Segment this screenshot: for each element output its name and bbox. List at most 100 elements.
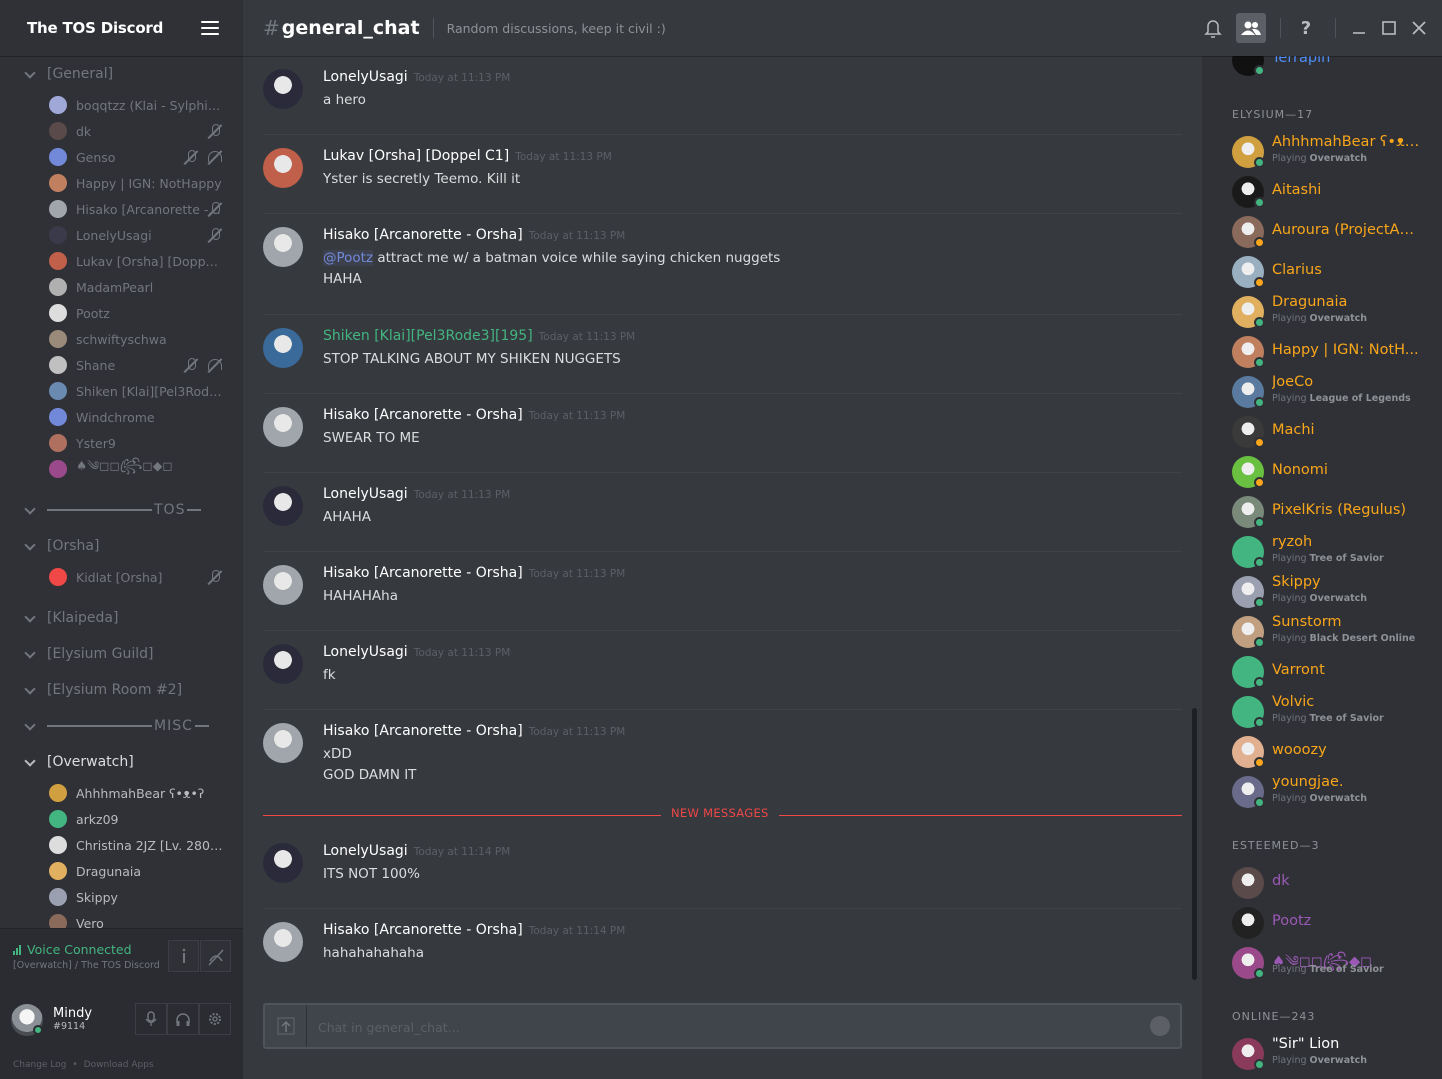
- download-apps-link[interactable]: Download Apps: [84, 1060, 154, 1070]
- member-item[interactable]: dk: [1232, 865, 1432, 901]
- status-indicator: [1254, 317, 1265, 328]
- member-item[interactable]: Aitashi: [1232, 174, 1432, 210]
- avatar[interactable]: [263, 922, 303, 962]
- category-klaipeda[interactable]: [Klaipeda]: [0, 606, 243, 630]
- voice-location[interactable]: [Overwatch] / The TOS Discord: [13, 960, 160, 971]
- user-mention[interactable]: @Pootz: [323, 250, 374, 266]
- avatar[interactable]: [263, 723, 303, 763]
- avatar[interactable]: [263, 148, 303, 188]
- message-author[interactable]: Lukav [Orsha] [Doppel C1] Today at 11:13 …: [323, 148, 612, 164]
- member-item[interactable]: wooozy: [1232, 734, 1432, 770]
- avatar[interactable]: [263, 644, 303, 684]
- menu-icon[interactable]: [201, 21, 219, 35]
- maximize-icon[interactable]: [1374, 13, 1404, 43]
- voice-user[interactable]: Shiken [Klai][Pel3Rode3]...: [49, 380, 229, 402]
- voice-user[interactable]: Genso: [49, 146, 229, 168]
- avatar[interactable]: [263, 486, 303, 526]
- voice-user[interactable]: schwiftyschwa: [49, 328, 229, 350]
- message-author[interactable]: Shiken [Klai][Pel3Rode3][195] Today at 11…: [323, 328, 635, 344]
- voice-user[interactable]: Pootz: [49, 302, 229, 324]
- avatar[interactable]: [263, 407, 303, 447]
- member-item[interactable]: PixelKris (Regulus): [1232, 494, 1432, 530]
- member-item[interactable]: youngjae. Playing Overwatch: [1232, 774, 1432, 810]
- member-item[interactable]: Sunstorm Playing Black Desert Online: [1232, 614, 1432, 650]
- member-item[interactable]: Clarius: [1232, 254, 1432, 290]
- changelog-link[interactable]: Change Log: [13, 1060, 66, 1070]
- avatar[interactable]: [263, 843, 303, 883]
- message-author[interactable]: LonelyUsagi Today at 11:13 PM: [323, 69, 510, 85]
- member-item[interactable]: Pootz: [1232, 905, 1432, 941]
- message-author[interactable]: LonelyUsagi Today at 11:14 PM: [323, 843, 510, 859]
- category-elysium-room-2[interactable]: [Elysium Room #2]: [0, 678, 243, 702]
- member-item[interactable]: Machi: [1232, 414, 1432, 450]
- avatar[interactable]: [263, 227, 303, 267]
- voice-user-kidlat[interactable]: Kidlat [Orsha]: [49, 566, 229, 588]
- divider-misc[interactable]: MISC: [0, 714, 243, 738]
- category-general[interactable]: [General]: [0, 62, 243, 86]
- avatar[interactable]: [263, 328, 303, 368]
- member-item[interactable]: ♠༄◻◻꧂ꦿꦼ◆◻ Playing Tree of Savior: [1232, 945, 1432, 981]
- voice-user[interactable]: Christina 2JZ [Lv. 280 Fle...: [49, 834, 229, 856]
- message-author[interactable]: LonelyUsagi Today at 11:13 PM: [323, 486, 510, 502]
- emoji-icon[interactable]: [1150, 1016, 1170, 1036]
- message-author[interactable]: LonelyUsagi Today at 11:13 PM: [323, 644, 510, 660]
- user-tag: #9114: [53, 1021, 86, 1032]
- disconnect-button[interactable]: [200, 940, 231, 972]
- category-overwatch[interactable]: [Overwatch]: [0, 750, 243, 774]
- voice-user[interactable]: LonelyUsagi: [49, 224, 229, 246]
- divider-tos[interactable]: TOS: [0, 498, 243, 522]
- voice-user[interactable]: Skippy: [49, 886, 229, 908]
- voice-user[interactable]: arkz09: [49, 808, 229, 830]
- minimize-icon[interactable]: [1344, 13, 1374, 43]
- deafen-button[interactable]: [167, 1003, 199, 1035]
- mute-button[interactable]: [135, 1003, 167, 1035]
- message-input[interactable]: [318, 1016, 1138, 1038]
- voice-user[interactable]: dk: [49, 120, 229, 142]
- avatar: [49, 836, 67, 854]
- close-icon[interactable]: [1404, 13, 1434, 43]
- avatar[interactable]: [263, 565, 303, 605]
- voice-user[interactable]: AhhhmahBear ʕ•ᴥ•ʔ: [49, 782, 229, 804]
- member-item[interactable]: Nonomi: [1232, 454, 1432, 490]
- member-item[interactable]: JoeCo Playing League of Legends: [1232, 374, 1432, 410]
- upload-button[interactable]: [265, 1005, 307, 1047]
- bell-icon[interactable]: [1198, 13, 1228, 43]
- category-orsha[interactable]: [Orsha]: [0, 534, 243, 558]
- message-author[interactable]: Hisako [Arcanorette - Orsha] Today at 11:…: [323, 565, 625, 581]
- signal-icon: [13, 944, 21, 955]
- member-item[interactable]: Skippy Playing Overwatch: [1232, 574, 1432, 610]
- voice-user[interactable]: Hisako [Arcanorette - ...: [49, 198, 229, 220]
- message-author[interactable]: Hisako [Arcanorette - Orsha] Today at 11:…: [323, 723, 625, 739]
- member-item[interactable]: Auroura (ProjectAu...: [1232, 214, 1432, 250]
- member-item[interactable]: ryzoh Playing Tree of Savior: [1232, 534, 1432, 570]
- info-button[interactable]: [168, 940, 199, 972]
- member-item[interactable]: AhhhmahBear ʕ•ᴥ•... Playing Overwatch: [1232, 134, 1432, 170]
- scrollbar[interactable]: [1192, 708, 1197, 980]
- voice-user[interactable]: Dragunaia: [49, 860, 229, 882]
- member-item[interactable]: Dragunaia Playing Overwatch: [1232, 294, 1432, 330]
- member-item[interactable]: Happy | IGN: NotH...: [1232, 334, 1432, 370]
- message-author[interactable]: Hisako [Arcanorette - Orsha] Today at 11:…: [323, 407, 625, 423]
- member-item[interactable]: Volvic Playing Tree of Savior: [1232, 694, 1432, 730]
- members-icon[interactable]: [1236, 13, 1266, 43]
- member-item[interactable]: Terrapin: [1232, 56, 1432, 78]
- voice-user[interactable]: MadamPearl: [49, 276, 229, 298]
- category-elysium-guild[interactable]: [Elysium Guild]: [0, 642, 243, 666]
- member-item[interactable]: Varront: [1232, 654, 1432, 690]
- channel-topic[interactable]: Random discussions, keep it civil :): [447, 21, 666, 36]
- voice-user[interactable]: Vero: [49, 912, 229, 928]
- voice-user[interactable]: Windchrome: [49, 406, 229, 428]
- voice-user[interactable]: Shane: [49, 354, 229, 376]
- server-header[interactable]: The TOS Discord: [0, 0, 243, 56]
- avatar[interactable]: [263, 69, 303, 109]
- voice-user[interactable]: Happy | IGN: NotHappy: [49, 172, 229, 194]
- member-item[interactable]: "Sir" Lion Playing Overwatch: [1232, 1036, 1432, 1072]
- help-icon[interactable]: ?: [1291, 13, 1321, 43]
- voice-user[interactable]: ♠༄◻◻꧂ꦿꦼ◻◆◻: [49, 458, 229, 480]
- message-author[interactable]: Hisako [Arcanorette - Orsha] Today at 11:…: [323, 227, 625, 243]
- voice-user[interactable]: Lukav [Orsha] [Doppel C1]: [49, 250, 229, 272]
- message-author[interactable]: Hisako [Arcanorette - Orsha] Today at 11:…: [323, 922, 625, 938]
- voice-user[interactable]: boqqtzz (Klai - Sylphinfor...: [49, 94, 229, 116]
- message-text: xDD: [323, 746, 352, 762]
- settings-button[interactable]: [199, 1003, 231, 1035]
